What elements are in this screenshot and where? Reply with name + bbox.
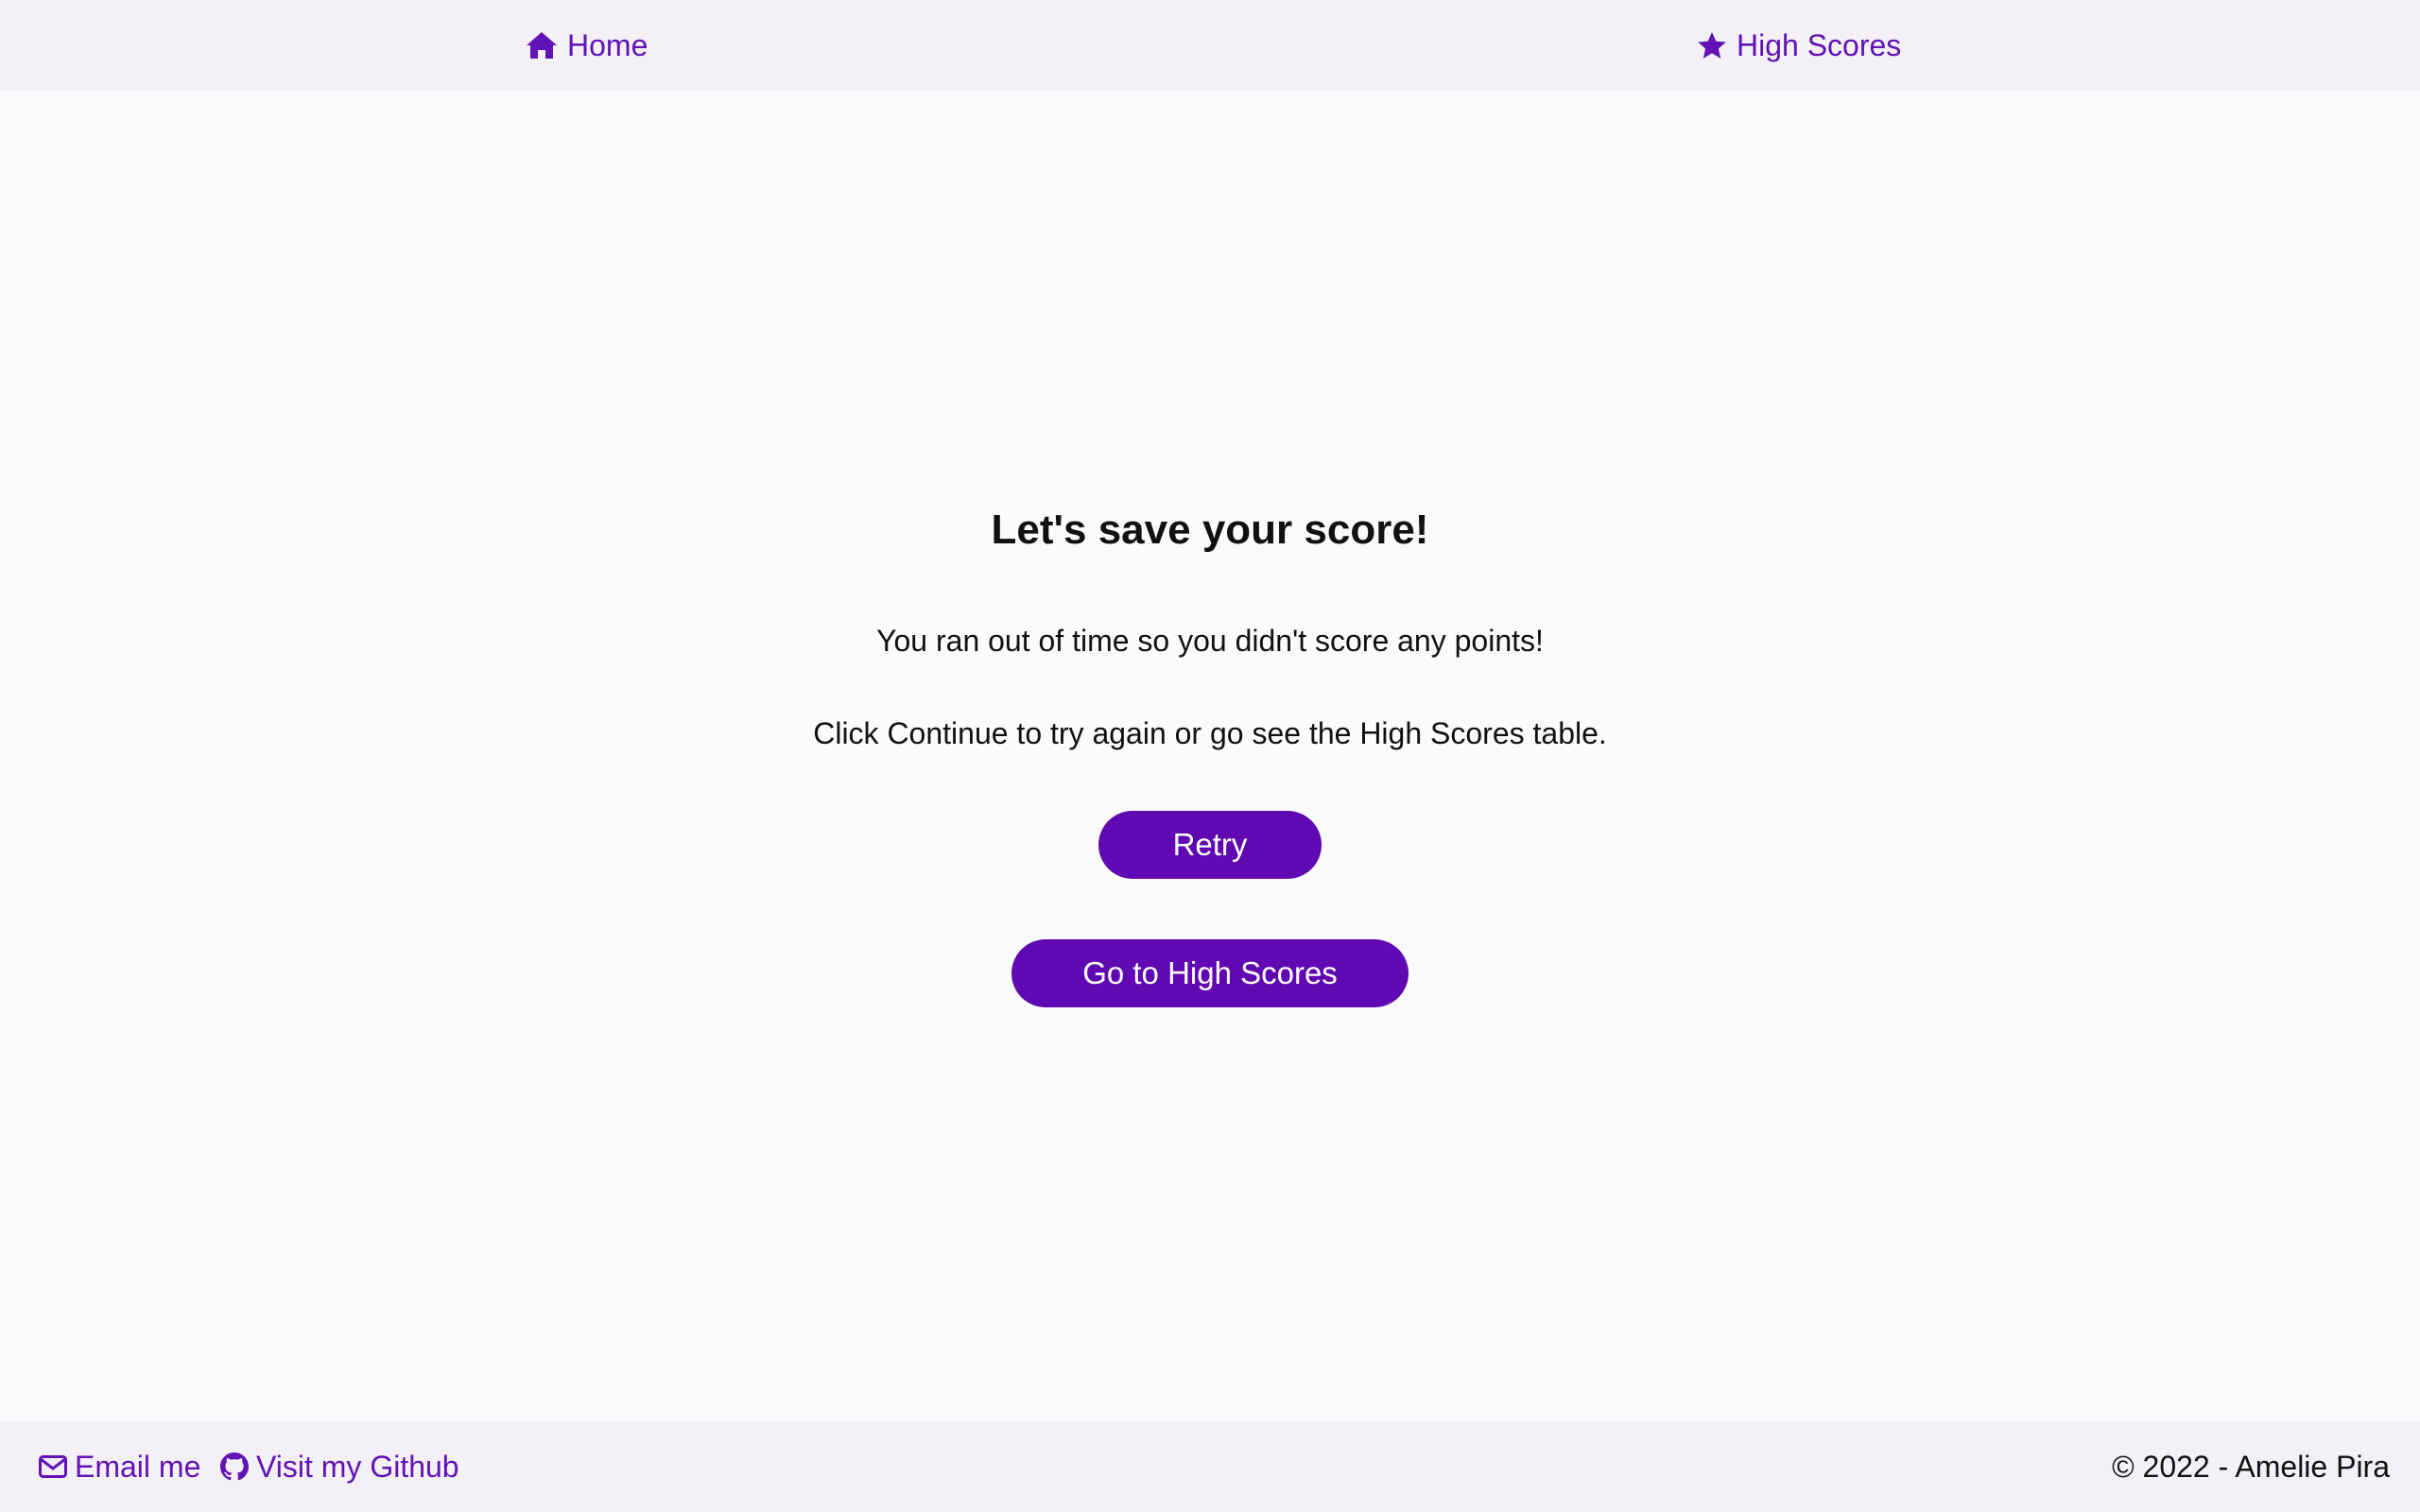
- email-label: Email me: [75, 1449, 201, 1484]
- github-icon: [220, 1452, 249, 1481]
- score-message: You ran out of time so you didn't score …: [876, 624, 1544, 658]
- retry-button[interactable]: Retry: [1098, 811, 1322, 879]
- navbar: Home High Scores: [0, 0, 2420, 91]
- page-title: Let's save your score!: [991, 507, 1429, 553]
- copyright-text: © 2022 - Amelie Pira: [2112, 1449, 2390, 1484]
- go-to-high-scores-button[interactable]: Go to High Scores: [1011, 939, 1409, 1007]
- nav-home-label: Home: [567, 27, 648, 62]
- footer: Email me Visit my Github © 2022 - Amelie…: [0, 1421, 2420, 1512]
- instruction-text: Click Continue to try again or go see th…: [813, 716, 1607, 750]
- email-link[interactable]: Email me: [39, 1421, 200, 1512]
- star-icon: [1698, 31, 1726, 59]
- github-link[interactable]: Visit my Github: [220, 1421, 459, 1512]
- nav-high-scores-label: High Scores: [1737, 27, 1902, 62]
- nav-high-scores-link[interactable]: High Scores: [1697, 0, 1901, 91]
- nav-home-link[interactable]: Home: [526, 0, 648, 91]
- home-icon: [527, 32, 557, 59]
- envelope-icon: [39, 1455, 67, 1478]
- main-content: Let's save your score! You ran out of ti…: [0, 91, 2420, 1421]
- github-label: Visit my Github: [256, 1449, 459, 1484]
